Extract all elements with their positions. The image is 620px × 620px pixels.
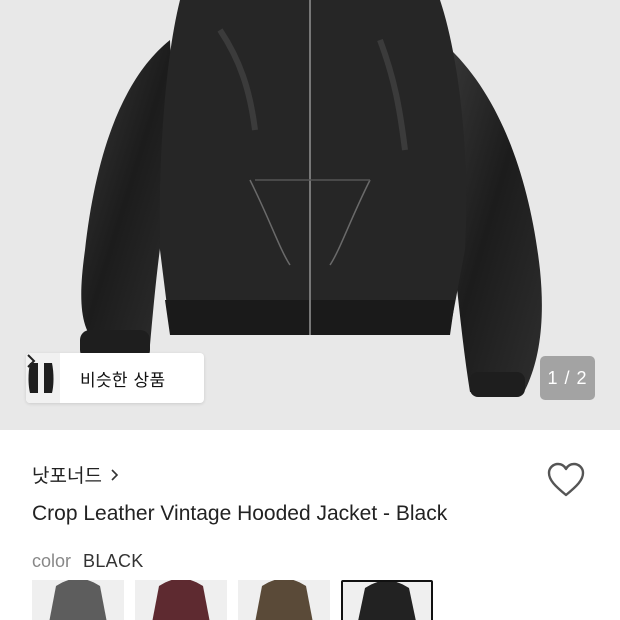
swatch-burgundy[interactable]	[135, 580, 227, 620]
swatch-grey[interactable]	[32, 580, 124, 620]
product-image[interactable]: 비슷한 상품 1 / 2	[0, 0, 620, 430]
chevron-right-icon	[110, 468, 119, 482]
product-title: Crop Leather Vintage Hooded Jacket - Bla…	[32, 502, 448, 525]
wishlist-heart-icon[interactable]	[545, 460, 587, 500]
swatch-black[interactable]	[341, 580, 433, 620]
similar-products-button[interactable]: 비슷한 상품	[26, 353, 204, 403]
color-swatches	[32, 580, 433, 620]
brand-name: 낫포너드	[32, 465, 102, 487]
color-value: BLACK	[83, 551, 144, 571]
brand-link[interactable]: 낫포너드	[32, 461, 119, 488]
swatch-brown[interactable]	[238, 580, 330, 620]
color-key-label: color	[32, 551, 72, 571]
color-selection: color BLACK	[32, 551, 144, 572]
image-pager: 1 / 2	[540, 356, 595, 400]
similar-products-label: 비슷한 상품	[80, 370, 166, 391]
